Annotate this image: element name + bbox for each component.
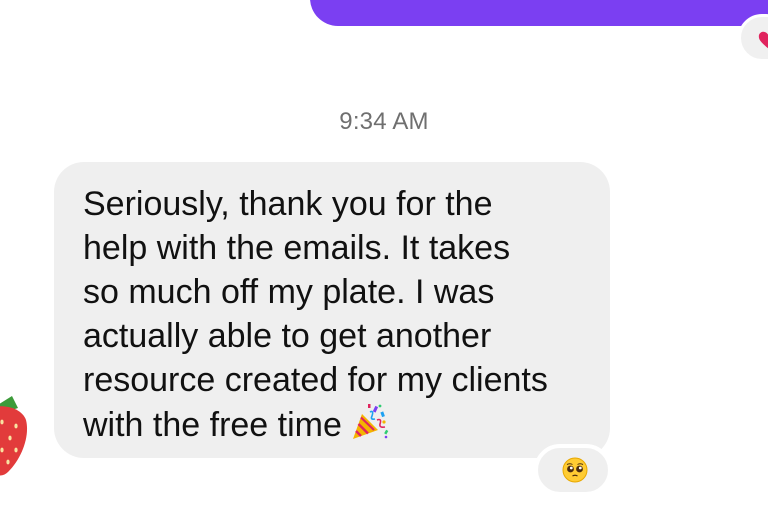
strawberry-icon bbox=[0, 396, 27, 476]
received-message-text: Seriously, thank you for the help with t… bbox=[83, 182, 603, 447]
party-popper-icon bbox=[352, 404, 389, 439]
message-line: resource created for my clients bbox=[83, 361, 548, 399]
message-timestamp: 9:34 AM bbox=[339, 108, 429, 135]
chat-thread: 9:34 AM Seriously, thank you for the hel… bbox=[0, 0, 768, 512]
received-message-bubble[interactable]: Seriously, thank you for the help with t… bbox=[54, 162, 610, 458]
message-line: so much off my plate. I was bbox=[83, 273, 495, 311]
message-line: actually able to get another bbox=[83, 317, 492, 355]
received-message-reaction[interactable] bbox=[534, 444, 612, 496]
pleading-face-icon bbox=[562, 457, 588, 483]
message-line-last: with the free time bbox=[83, 402, 603, 447]
heart-icon bbox=[758, 31, 768, 49]
message-line-text: with the free time bbox=[83, 406, 342, 444]
sender-avatar[interactable] bbox=[0, 392, 28, 476]
message-line: Seriously, thank you for the bbox=[83, 185, 493, 223]
sent-message-bubble[interactable] bbox=[310, 0, 768, 26]
message-line: help with the emails. It takes bbox=[83, 229, 511, 267]
